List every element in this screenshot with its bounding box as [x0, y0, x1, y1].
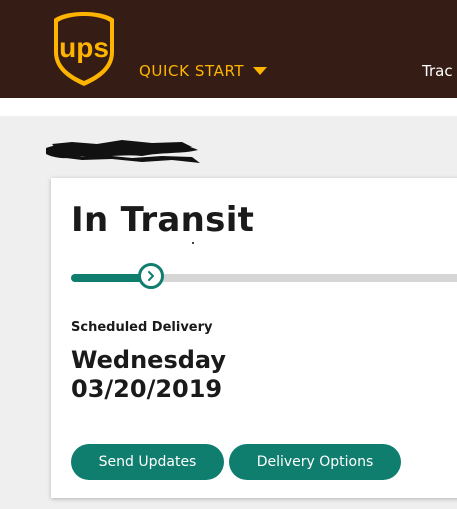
ups-shield-logo-icon[interactable]: ups: [52, 10, 116, 88]
scheduled-delivery-label: Scheduled Delivery: [71, 320, 213, 335]
nav-track-link[interactable]: Trac: [422, 62, 453, 80]
send-updates-button[interactable]: Send Updates: [71, 444, 224, 480]
caret-down-icon: [253, 67, 268, 75]
quick-start-menu[interactable]: QUICK START: [139, 62, 268, 80]
logo-text: ups: [59, 32, 109, 63]
top-navigation-bar: ups QUICK START Trac: [0, 0, 457, 98]
progress-track: [71, 263, 457, 289]
quick-start-label: QUICK START: [139, 62, 245, 80]
chevron-right-icon: [148, 271, 154, 281]
scheduled-delivery-date: 03/20/2019: [71, 375, 223, 403]
tracking-status-card: In Transit Scheduled Delivery Wednesday …: [51, 178, 457, 498]
redacted-tracking-number: [46, 140, 200, 163]
scheduled-delivery-day: Wednesday: [71, 346, 227, 374]
progress-knob: [138, 263, 164, 289]
stray-dot: [192, 242, 194, 244]
status-title: In Transit: [71, 200, 255, 240]
header-divider: [0, 98, 457, 116]
delivery-options-button[interactable]: Delivery Options: [229, 444, 401, 480]
